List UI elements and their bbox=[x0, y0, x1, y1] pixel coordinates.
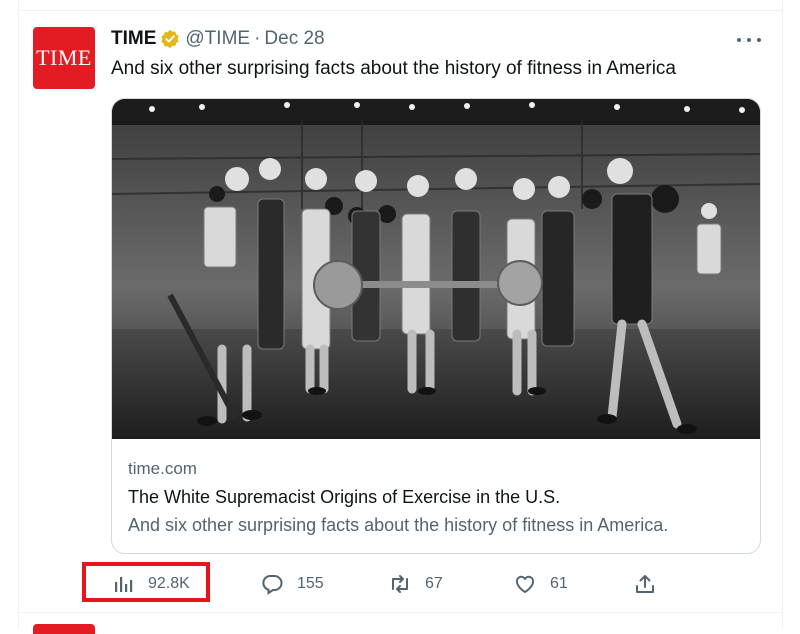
like-count: 61 bbox=[550, 575, 568, 592]
tweet-header: TIME @TIME · Dec 28 bbox=[111, 28, 325, 50]
tweet-date[interactable]: Dec 28 bbox=[264, 28, 324, 50]
card-image bbox=[112, 99, 760, 439]
display-name[interactable]: TIME bbox=[111, 28, 156, 50]
user-handle[interactable]: @TIME bbox=[185, 28, 250, 50]
avatar[interactable]: TIME bbox=[33, 27, 95, 89]
like-button[interactable]: 61 bbox=[514, 568, 568, 600]
retweet-count: 67 bbox=[425, 575, 443, 592]
timeline-border-left bbox=[18, 0, 19, 629]
more-icon[interactable] bbox=[737, 31, 761, 49]
tweet-text: And six other surprising facts about the… bbox=[111, 58, 676, 79]
header-separator: · bbox=[254, 28, 261, 49]
next-tweet-avatar[interactable] bbox=[33, 624, 95, 634]
card-domain[interactable]: time.com bbox=[128, 459, 197, 479]
retweet-icon bbox=[392, 575, 408, 593]
tweet-divider-bottom bbox=[18, 612, 783, 613]
share-button[interactable] bbox=[634, 568, 670, 600]
link-card[interactable]: time.com The White Supremacist Origins o… bbox=[111, 98, 761, 554]
verified-badge-icon bbox=[161, 29, 179, 49]
views-highlight-box bbox=[82, 562, 210, 602]
card-title[interactable]: The White Supremacist Origins of Exercis… bbox=[128, 487, 560, 508]
tweet-divider-top bbox=[18, 10, 783, 11]
like-icon bbox=[515, 575, 535, 593]
card-description[interactable]: And six other surprising facts about the… bbox=[128, 515, 668, 536]
reply-icon bbox=[262, 575, 283, 595]
share-icon bbox=[636, 575, 654, 593]
avatar-logo-text: TIME bbox=[36, 45, 92, 70]
retweet-button[interactable]: 67 bbox=[389, 568, 443, 600]
timeline-border-right bbox=[782, 0, 783, 629]
reply-count: 155 bbox=[297, 575, 324, 592]
reply-button[interactable]: 155 bbox=[261, 568, 324, 600]
